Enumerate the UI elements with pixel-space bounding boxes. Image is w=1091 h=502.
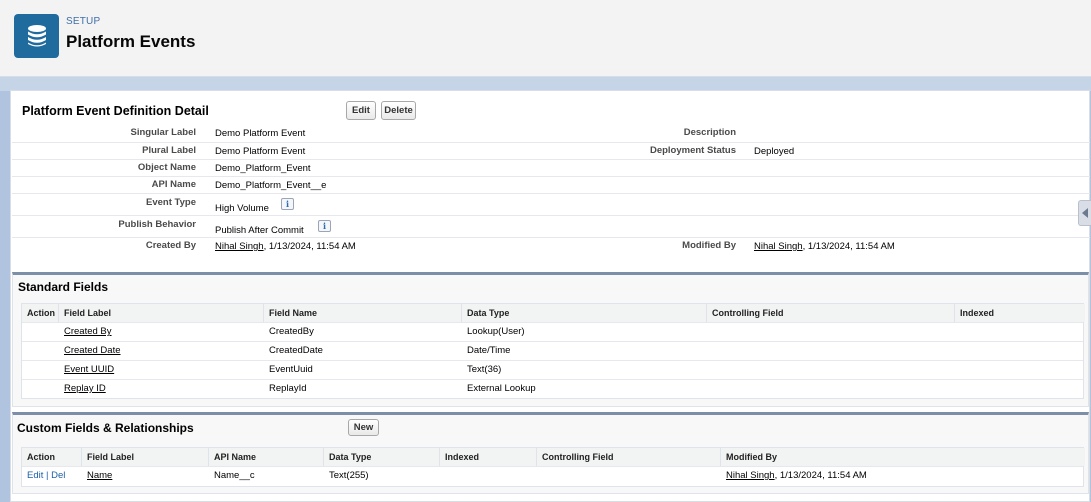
created-by-user-link[interactable]: Nihal Singh [215,241,264,252]
api-name-value: Demo_Platform_Event__e [215,180,327,191]
column-header: Indexed [955,304,1085,322]
object-name-value: Demo_Platform_Event [215,163,311,174]
edit-button[interactable]: Edit [346,101,376,120]
description-label: Description [683,127,736,138]
created-by-date: , 1/13/2024, 11:54 AM [263,241,356,252]
standard-fields-section: Standard Fields Action Field Label Field… [12,272,1089,407]
table-row: Created Date CreatedDate Date/Time [22,341,1083,360]
publish-behavior-value: Publish After Commit [215,225,304,236]
field-label-link[interactable]: Event UUID [64,364,114,375]
data-type: Text(255) [329,470,369,481]
field-label-link[interactable]: Name [87,470,112,481]
header-band [0,77,1091,91]
info-icon[interactable]: i [318,220,331,232]
plural-label-value: Demo Platform Event [215,146,306,157]
column-header: Controlling Field [537,448,721,466]
field-label-link[interactable]: Created Date [64,345,121,356]
api-name: Name__c [214,470,255,481]
data-type: Date/Time [467,345,511,356]
column-header: API Name [209,448,324,466]
delete-link[interactable]: Del [51,470,65,481]
standard-fields-table: Action Field Label Field Name Data Type … [21,303,1085,399]
column-header: Action [22,448,82,466]
created-by-value: Nihal Singh, 1/13/2024, 11:54 AM [215,241,356,252]
plural-label-label: Plural Label [142,145,196,156]
modified-by-user-link[interactable]: Nihal Singh [754,241,803,252]
field-name: ReplayId [269,383,307,394]
object-name-label: Object Name [137,162,196,173]
column-header: Field Label [59,304,264,322]
column-header: Data Type [462,304,707,322]
column-header: Field Label [82,448,209,466]
event-type-value: High Volume [215,203,269,214]
table-row: Replay ID ReplayId External Lookup [22,379,1083,398]
column-header: Action [22,304,59,322]
detail-title: Platform Event Definition Detail [22,104,209,118]
custom-fields-section: Custom Fields & Relationships New Action… [12,412,1089,494]
singular-label-value: Demo Platform Event [215,128,306,139]
deployment-status-value: Deployed [754,146,795,157]
field-name: CreatedBy [269,326,314,337]
api-name-label: API Name [151,179,196,190]
column-header: Indexed [440,448,537,466]
standard-fields-title: Standard Fields [18,280,109,294]
data-type: External Lookup [467,383,536,394]
modified-by-date: , 1/13/2024, 11:54 AM [774,470,867,481]
custom-fields-title: Custom Fields & Relationships [17,421,194,435]
modified-by-user-link[interactable]: Nihal Singh [726,470,775,481]
column-header: Controlling Field [707,304,955,322]
data-type: Text(36) [467,364,502,375]
database-icon [14,14,59,58]
created-by-label: Created By [145,240,196,251]
field-name: EventUuid [269,364,313,375]
field-label-link[interactable]: Created By [64,326,112,337]
singular-label-label: Singular Label [130,127,196,138]
side-panel-toggle[interactable] [1078,200,1091,226]
table-row: Edit | Del Name Name__c Text(255) Nihal … [22,466,1083,485]
column-header: Modified By [721,448,1085,466]
column-header: Field Name [264,304,462,322]
publish-behavior-label: Publish Behavior [118,219,196,230]
edit-link[interactable]: Edit [27,470,43,481]
modified-by-value: Nihal Singh, 1/13/2024, 11:54 AM [754,241,895,252]
modified-by-date: , 1/13/2024, 11:54 AM [802,241,895,252]
page-title: Platform Events [66,32,196,51]
field-name: CreatedDate [269,345,323,356]
new-field-button[interactable]: New [348,419,379,436]
event-type-label: Event Type [146,197,196,208]
action-separator: | [43,470,52,481]
chevron-left-icon [1081,208,1088,218]
data-type: Lookup(User) [467,326,525,337]
table-row: Created By CreatedBy Lookup(User) [22,322,1083,341]
modified-by-label: Modified By [682,240,736,251]
info-icon[interactable]: i [281,198,294,210]
setup-breadcrumb[interactable]: SETUP [66,16,100,27]
modified-by: Nihal Singh, 1/13/2024, 11:54 AM [721,467,867,486]
table-row: Event UUID EventUuid Text(36) [22,360,1083,379]
column-header: Data Type [324,448,440,466]
field-label-link[interactable]: Replay ID [64,383,106,394]
custom-fields-table: Action Field Label API Name Data Type In… [21,447,1085,487]
deployment-status-label: Deployment Status [649,145,736,156]
delete-button[interactable]: Delete [381,101,416,120]
page-header: SETUP Platform Events [0,0,1091,77]
